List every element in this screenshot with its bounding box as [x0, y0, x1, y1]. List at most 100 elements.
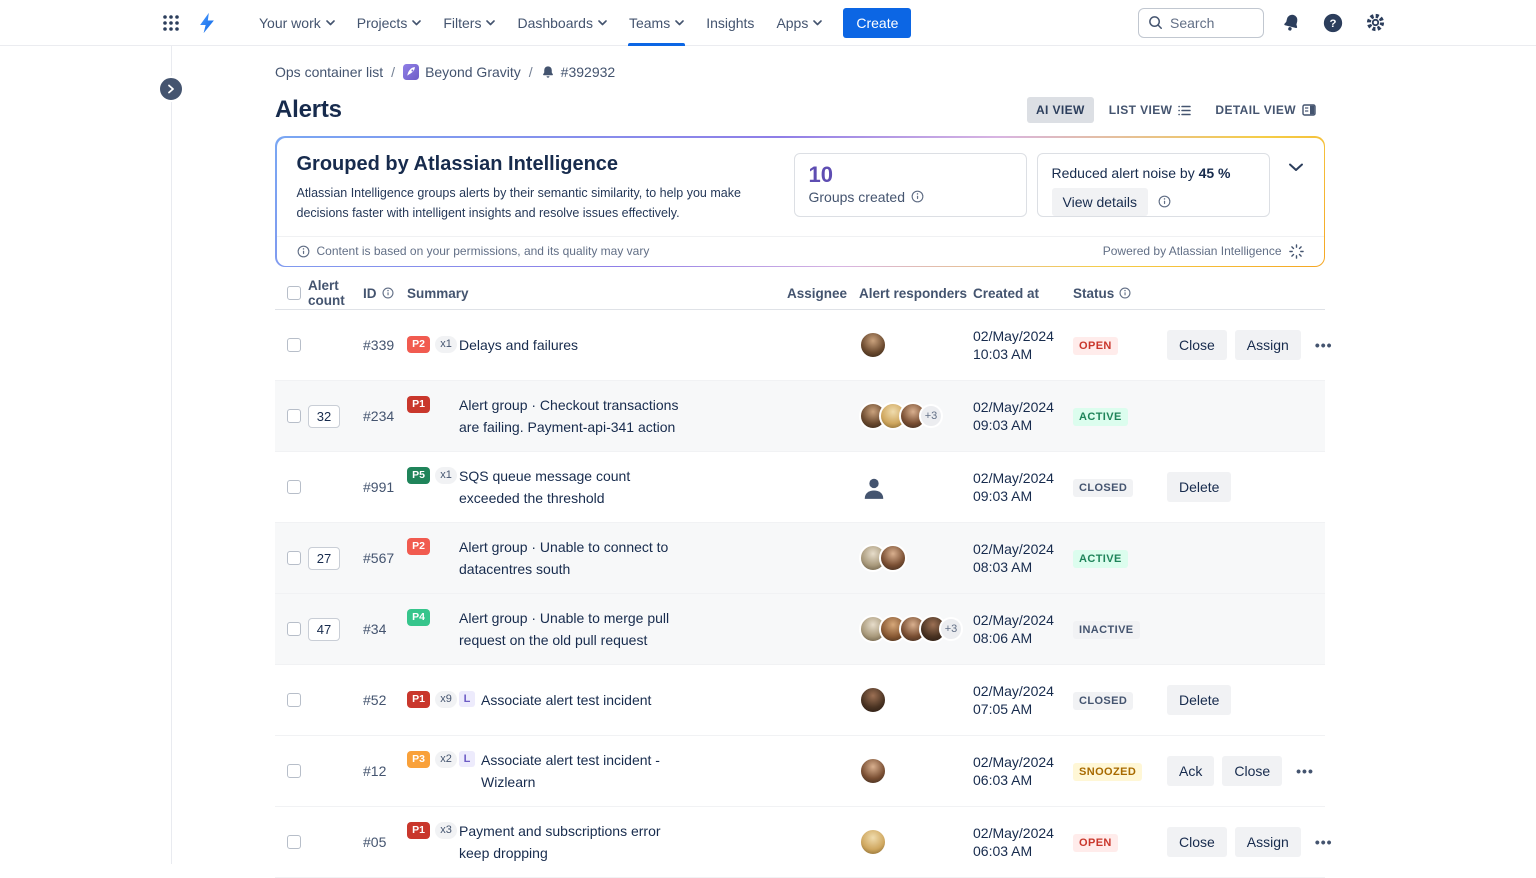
more-actions-button[interactable]: ••• — [1290, 759, 1320, 783]
more-actions-button[interactable]: ••• — [1309, 333, 1339, 357]
row-checkbox[interactable] — [287, 551, 301, 565]
assign-button[interactable]: Assign — [1235, 330, 1301, 360]
sidebar-divider — [171, 46, 172, 864]
row-checkbox[interactable] — [287, 622, 301, 636]
alert-row: 27#567P2Alert group · Unable to connect … — [275, 523, 1325, 594]
created-at-cell: 02/May/202410:03 AM — [973, 327, 1073, 363]
row-checkbox[interactable] — [287, 693, 301, 707]
info-icon[interactable] — [1158, 195, 1171, 208]
summary-cell: P4Alert group · Unable to merge pull req… — [407, 607, 787, 652]
responders-cell: +3 — [859, 402, 973, 430]
close-button[interactable]: Close — [1167, 330, 1227, 360]
priority-badge: P1 — [407, 691, 430, 708]
created-time: 09:03 AM — [973, 416, 1073, 434]
nav-item-teams[interactable]: Teams — [618, 0, 695, 46]
nav-item-insights[interactable]: Insights — [695, 0, 765, 46]
view-switcher: AI VIEW LIST VIEW DETAIL VIEW — [1027, 97, 1325, 123]
jira-logo-icon[interactable] — [192, 8, 222, 38]
status-badge: CLOSED — [1073, 692, 1133, 710]
project-avatar-rocket-icon — [403, 64, 419, 80]
status-badge: INACTIVE — [1073, 621, 1140, 639]
multiplier-badge: x1 — [435, 336, 457, 353]
breadcrumb-separator: / — [529, 64, 533, 80]
tab-ai-view[interactable]: AI VIEW — [1027, 97, 1094, 123]
ai-grouping-card: Grouped by Atlassian Intelligence Atlass… — [275, 136, 1325, 267]
chevron-down-icon — [813, 20, 822, 26]
responder-avatar — [859, 828, 887, 856]
created-date: 02/May/2024 — [973, 682, 1073, 700]
multiplier-badge: x9 — [435, 691, 457, 708]
create-button[interactable]: Create — [843, 8, 911, 38]
breadcrumb-project[interactable]: Beyond Gravity — [403, 64, 521, 80]
search-input[interactable] — [1138, 8, 1264, 38]
info-icon[interactable] — [1119, 287, 1131, 299]
responders-cell — [859, 757, 973, 785]
delete-button[interactable]: Delete — [1167, 472, 1231, 502]
nav-item-dashboards[interactable]: Dashboards — [506, 0, 618, 46]
alert-row: #05P1x3Payment and subscriptions error k… — [275, 807, 1325, 878]
tab-detail-view[interactable]: DETAIL VIEW — [1206, 97, 1325, 123]
info-icon[interactable] — [911, 190, 924, 203]
main-content: Ops container list / Beyond Gravity / — [275, 46, 1325, 878]
select-all-checkbox[interactable] — [287, 286, 301, 300]
responder-avatar — [859, 331, 887, 359]
groups-created-value: 10 — [809, 163, 1012, 187]
delete-button[interactable]: Delete — [1167, 685, 1231, 715]
alert-row: 47#34P4Alert group · Unable to merge pul… — [275, 594, 1325, 665]
multiplier-badge: x3 — [435, 822, 457, 839]
badge-cluster: P2x1 — [407, 334, 459, 353]
alert-count-box: 32 — [308, 405, 340, 428]
row-checkbox[interactable] — [287, 409, 301, 423]
nav-right-controls: ? — [1138, 8, 1390, 38]
view-details-button[interactable]: View details — [1052, 188, 1148, 216]
alert-count-cell: 27 — [308, 547, 363, 570]
alert-row: #339P2x1Delays and failures 02/May/202410… — [275, 310, 1325, 381]
noise-reduction-text: Reduced alert noise by — [1052, 165, 1199, 181]
nav-item-label: Your work — [259, 15, 321, 31]
alert-row: #12P3x2LAssociate alert test incident - … — [275, 736, 1325, 807]
tab-list-view[interactable]: LIST VIEW — [1100, 97, 1201, 123]
chevron-down-icon — [675, 20, 684, 26]
nav-item-filters[interactable]: Filters — [432, 0, 506, 46]
alert-id: #991 — [363, 479, 407, 495]
status-badge: OPEN — [1073, 834, 1118, 852]
alert-id: #12 — [363, 763, 407, 779]
created-time: 06:03 AM — [973, 771, 1073, 789]
created-at-cell: 02/May/202409:03 AM — [973, 469, 1073, 505]
nav-item-your-work[interactable]: Your work — [248, 0, 346, 46]
responder-avatar — [859, 757, 887, 785]
row-checkbox[interactable] — [287, 480, 301, 494]
badge-cluster: P3x2 — [407, 749, 459, 768]
nav-item-projects[interactable]: Projects — [346, 0, 433, 46]
close-button[interactable]: Close — [1167, 827, 1227, 857]
expand-sidebar-button[interactable] — [158, 76, 184, 102]
ai-disclaimer-text: Content is based on your permissions, an… — [317, 244, 650, 258]
help-icon[interactable]: ? — [1318, 8, 1348, 38]
search-icon — [1148, 15, 1163, 30]
breadcrumb-ops-container-list[interactable]: Ops container list — [275, 64, 383, 80]
table-header-row: Alert count ID Summary Assignee Alert re… — [275, 277, 1325, 310]
more-actions-button[interactable]: ••• — [1309, 830, 1339, 854]
collapse-card-chevron-icon[interactable] — [1288, 161, 1304, 176]
assign-button[interactable]: Assign — [1235, 827, 1301, 857]
ack-button[interactable]: Ack — [1167, 756, 1214, 786]
settings-gear-icon[interactable] — [1360, 8, 1390, 38]
search-field[interactable] — [1170, 15, 1250, 31]
responders-cell — [859, 544, 973, 572]
nav-item-label: Filters — [443, 15, 481, 31]
row-checkbox[interactable] — [287, 338, 301, 352]
app-switcher-icon[interactable] — [156, 8, 186, 38]
summary-cell: P2x1Delays and failures — [407, 334, 787, 356]
notifications-bell-icon[interactable] — [1276, 8, 1306, 38]
info-icon[interactable] — [382, 287, 394, 299]
created-date: 02/May/2024 — [973, 398, 1073, 416]
close-button[interactable]: Close — [1222, 756, 1282, 786]
row-checkbox[interactable] — [287, 764, 301, 778]
noise-reduction-stat: Reduced alert noise by 45 % View details — [1037, 153, 1270, 217]
chevron-down-icon — [486, 20, 495, 26]
breadcrumb-alert-item[interactable]: #392932 — [541, 64, 616, 80]
nav-item-apps[interactable]: Apps — [765, 0, 833, 46]
row-checkbox[interactable] — [287, 835, 301, 849]
alert-id: #339 — [363, 337, 407, 353]
created-time: 08:06 AM — [973, 629, 1073, 647]
